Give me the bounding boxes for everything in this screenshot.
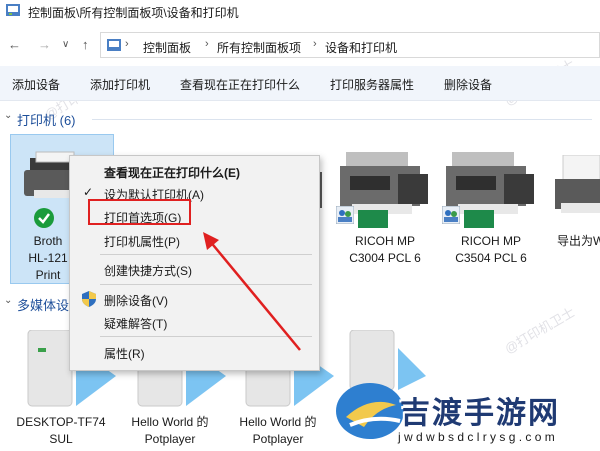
device-label-line: HL-121 — [28, 251, 68, 265]
up-button[interactable]: ↑ — [82, 37, 89, 52]
forward-button[interactable]: → — [38, 37, 51, 52]
command-toolbar: 添加设备 添加打印机 查看现在正在打印什么 打印服务器属性 删除设备 — [0, 66, 600, 101]
device-label-line: DESKTOP-TF74 — [16, 415, 106, 429]
device-label: Broth HL-121 Print — [28, 233, 68, 284]
menu-item-troubleshoot[interactable]: 疑难解答(T) — [104, 315, 167, 332]
shared-users-icon — [442, 206, 460, 224]
address-bar[interactable]: › 控制面板 › 所有控制面板项 › 设备和打印机 — [100, 32, 600, 58]
device-label: 导出为W — [557, 234, 600, 248]
breadcrumb-separator: › — [125, 38, 129, 50]
device-label-line: Potplayer — [144, 432, 196, 446]
media-group-header[interactable]: 多媒体设 — [17, 295, 69, 314]
print-server-properties-button[interactable]: 打印服务器属性 — [330, 76, 414, 93]
device-label: Hello World 的 Potplayer — [228, 414, 328, 448]
printer-icon[interactable] — [555, 155, 600, 225]
menu-item-see-printing[interactable]: 查看现在正在打印什么(E) — [104, 164, 240, 181]
address-row: ← → ∨ ↑ › 控制面板 › 所有控制面板项 › 设备和打印机 — [0, 30, 600, 60]
printers-group-header[interactable]: 打印机 (6) — [17, 110, 76, 129]
device-label-line: C3504 PCL 6 — [455, 251, 527, 265]
device-label-line: Print — [35, 268, 61, 282]
menu-item-remove-device[interactable]: 删除设备(V) — [104, 292, 168, 309]
device-label-line: RICOH MP — [461, 234, 521, 248]
device-label-line: Potplayer — [252, 432, 304, 446]
breadcrumb-separator: › — [313, 38, 317, 50]
title-bar: 控制面板\所有控制面板项\设备和打印机 — [0, 0, 600, 22]
device-label: Hello World 的 Potplayer — [120, 414, 220, 448]
add-device-button[interactable]: 添加设备 — [12, 76, 60, 93]
annotation-arrow-icon — [203, 232, 301, 351]
site-logo-text: 吉渡手游网 — [400, 397, 560, 430]
device-label: RICOH MP C3004 PCL 6 — [340, 233, 430, 267]
default-printer-check-icon — [34, 208, 54, 228]
device-label: DESKTOP-TF74 SUL — [12, 414, 110, 448]
control-panel-icon — [107, 39, 121, 51]
back-button[interactable]: ← — [8, 37, 21, 52]
device-label-line: SUL — [49, 432, 73, 446]
menu-item-properties[interactable]: 属性(R) — [104, 345, 145, 362]
menu-item-printer-properties[interactable]: 打印机属性(P) — [104, 233, 180, 250]
site-url: j w d w b s d c l r y s g . c o m — [398, 430, 555, 444]
breadcrumb-devices-printers[interactable]: 设备和打印机 — [325, 39, 397, 56]
device-label-line: Broth — [33, 234, 63, 248]
annotation-highlight-box — [88, 199, 191, 225]
window-title: 控制面板\所有控制面板项\设备和打印机 — [28, 6, 239, 20]
breadcrumb-control-panel[interactable]: 控制面板 — [143, 39, 191, 56]
collapse-chevron-icon[interactable]: ⌄ — [4, 110, 12, 121]
uac-shield-icon — [82, 291, 96, 307]
group-divider — [92, 119, 592, 120]
device-label-line: C3004 PCL 6 — [349, 251, 421, 265]
control-panel-icon — [6, 4, 20, 16]
breadcrumb-all-items[interactable]: 所有控制面板项 — [217, 39, 301, 56]
device-label-line: Hello World 的 — [131, 415, 209, 429]
remove-device-button[interactable]: 删除设备 — [444, 76, 492, 93]
menu-item-create-shortcut[interactable]: 创建快捷方式(S) — [104, 262, 192, 279]
checkmark-icon: ✓ — [83, 185, 94, 199]
device-label-line: RICOH MP — [355, 234, 415, 248]
recent-locations-button[interactable]: ∨ — [62, 39, 69, 50]
see-whats-printing-button[interactable]: 查看现在正在打印什么 — [180, 76, 300, 93]
shared-users-icon — [336, 206, 354, 224]
collapse-chevron-icon[interactable]: ⌄ — [4, 295, 12, 306]
add-printer-button[interactable]: 添加打印机 — [90, 76, 150, 93]
watermark-text: @打印机卫士 — [501, 304, 578, 357]
device-label: RICOH MP C3504 PCL 6 — [446, 233, 536, 267]
device-label-line: Hello World 的 — [239, 415, 317, 429]
breadcrumb-separator: › — [205, 38, 209, 50]
